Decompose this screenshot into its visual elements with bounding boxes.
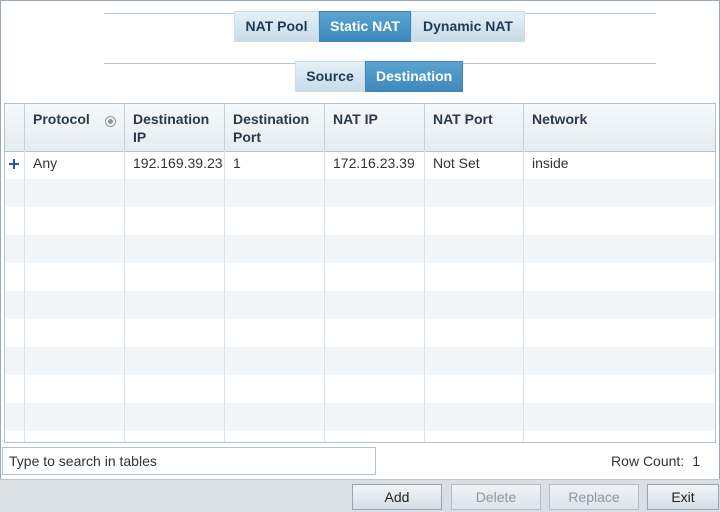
column-divider [523, 151, 524, 442]
row-count-label: Row Count: [611, 453, 685, 469]
column-header-nat-ip[interactable]: NAT IP [325, 104, 425, 151]
add-button[interactable]: Add [352, 484, 442, 510]
column-divider [324, 151, 325, 442]
column-header-network[interactable]: Network [524, 104, 715, 151]
cell-destination-ip: 192.169.39.23 [133, 155, 223, 171]
empty-row [5, 291, 715, 319]
cell-protocol: Any [33, 155, 58, 171]
delete-button[interactable]: Delete [451, 484, 541, 510]
top-tabbar: NAT Pool Static NAT Dynamic NAT [234, 11, 525, 42]
column-header-destination-port[interactable]: Destination Port [225, 104, 325, 151]
empty-row [5, 319, 715, 347]
empty-row [5, 263, 715, 291]
cell-destination-port: 1 [233, 155, 241, 171]
sub-tabbar: Source Destination [295, 61, 463, 92]
tab-nat-pool[interactable]: NAT Pool [234, 11, 319, 42]
empty-row [5, 179, 715, 207]
row-count: Row Count: 1 [603, 447, 700, 475]
empty-row [5, 235, 715, 263]
column-header-label: Protocol [33, 111, 90, 127]
empty-row [5, 347, 715, 375]
column-divider [224, 151, 225, 442]
cell-network: inside [532, 155, 569, 171]
exit-button[interactable]: Exit [647, 484, 719, 510]
sort-icon[interactable] [105, 116, 116, 127]
add-row-icon[interactable] [9, 159, 19, 169]
tab-dynamic-nat[interactable]: Dynamic NAT [411, 11, 525, 42]
tab-destination[interactable]: Destination [365, 61, 463, 92]
table-row[interactable]: Any 192.169.39.23 1 172.16.23.39 Not Set… [5, 151, 715, 179]
empty-row [5, 375, 715, 403]
column-header-destination-ip[interactable]: Destination IP [125, 104, 225, 151]
cell-nat-ip: 172.16.23.39 [333, 155, 415, 171]
replace-button[interactable]: Replace [549, 484, 639, 510]
empty-row [5, 207, 715, 235]
tab-static-nat[interactable]: Static NAT [319, 11, 411, 42]
empty-row [5, 403, 715, 431]
tab-source[interactable]: Source [295, 61, 365, 92]
column-divider [424, 151, 425, 442]
column-divider [124, 151, 125, 442]
column-divider [24, 151, 25, 442]
cell-nat-port: Not Set [433, 155, 480, 171]
column-header-nat-port[interactable]: NAT Port [425, 104, 524, 151]
row-marker-header [5, 104, 25, 151]
table-search-input[interactable] [2, 447, 376, 475]
nat-rules-table: Protocol Destination IP Destination Port… [4, 103, 716, 443]
row-count-value: 1 [692, 453, 700, 469]
table-header: Protocol Destination IP Destination Port… [5, 104, 715, 152]
column-header-protocol[interactable]: Protocol [25, 104, 125, 151]
